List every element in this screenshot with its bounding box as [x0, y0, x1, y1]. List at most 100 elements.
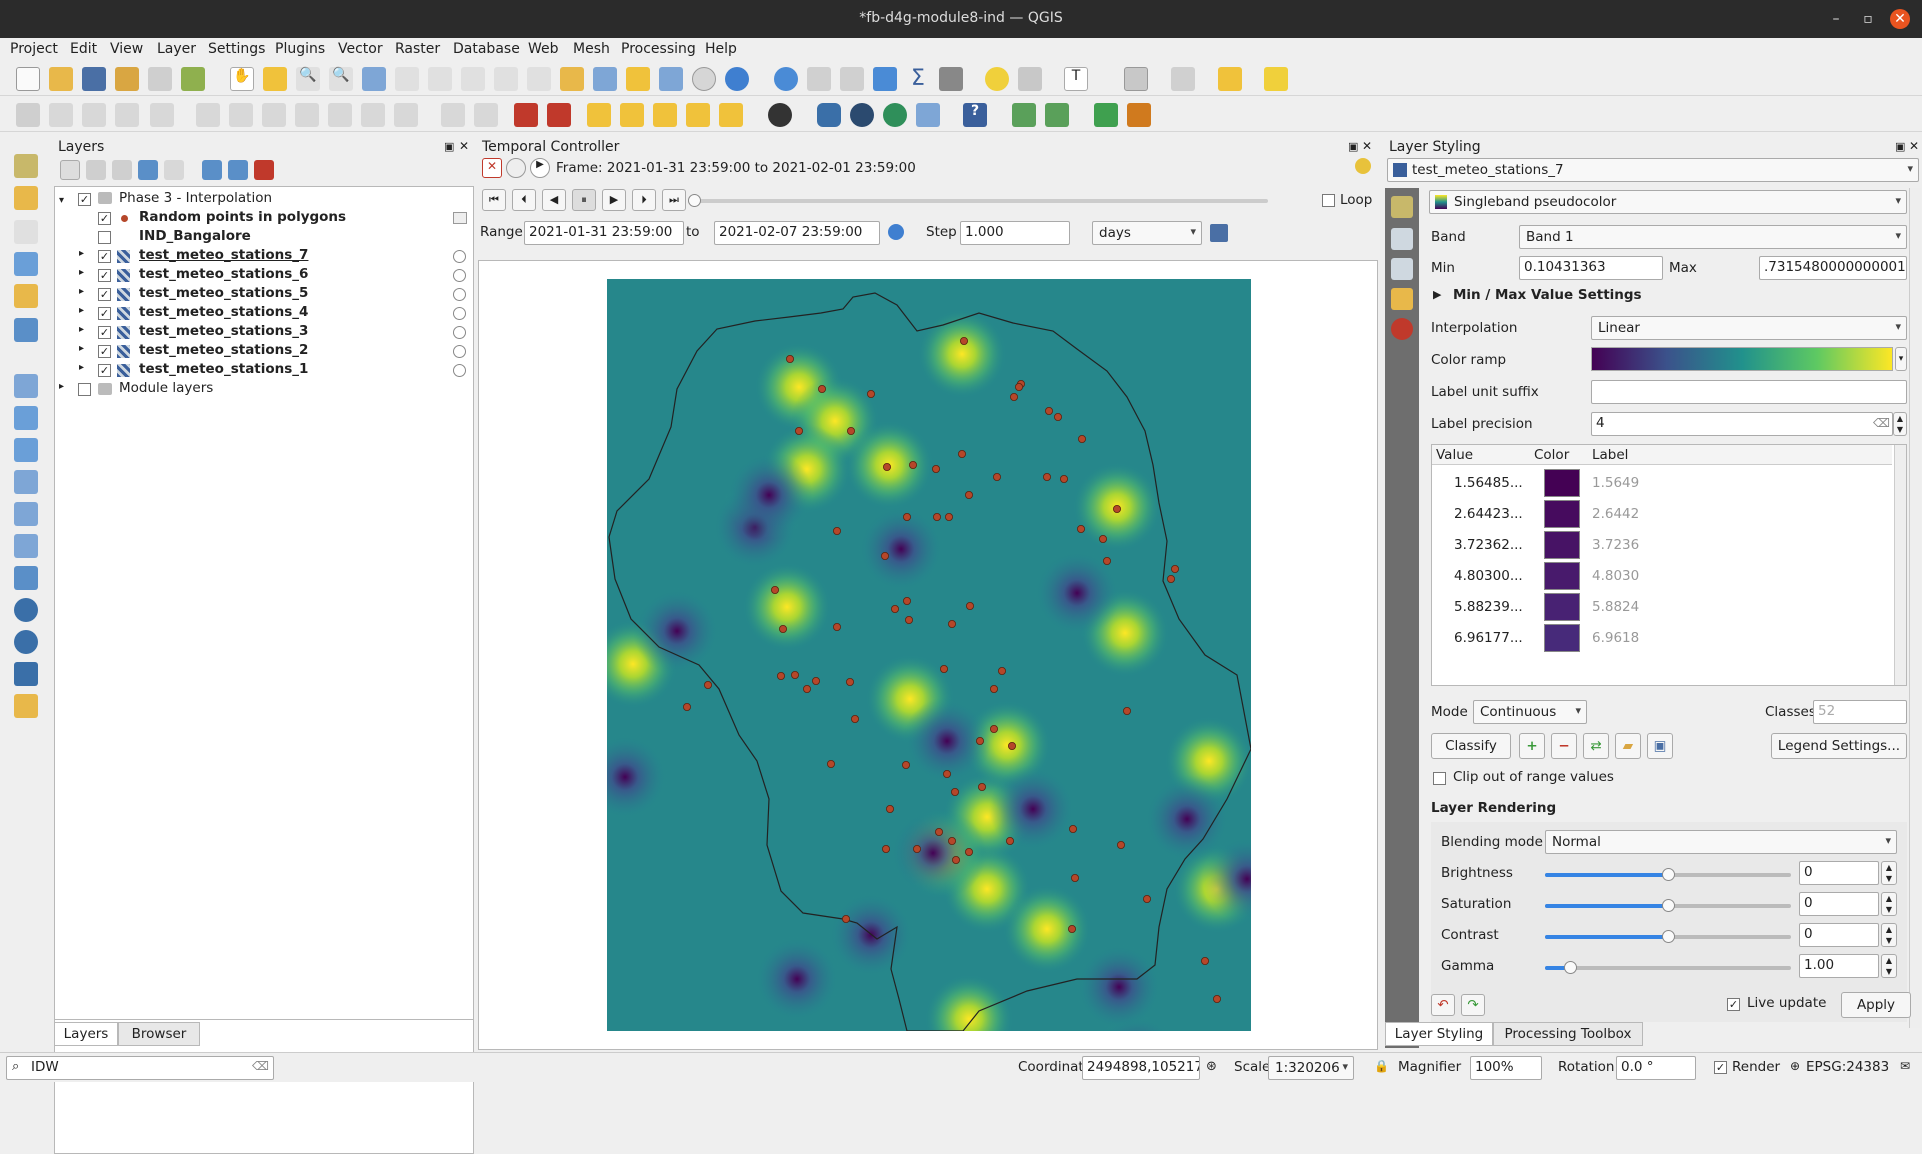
temporal-indicator-icon[interactable] [453, 250, 466, 263]
class-label[interactable]: 4.8030 [1592, 568, 1639, 584]
menu-mesh[interactable]: Mesh [573, 41, 610, 57]
layer-checkbox-station[interactable]: ✓ [98, 250, 111, 263]
class-value[interactable]: 5.88239... [1454, 599, 1523, 615]
crs-label[interactable]: EPSG:24383 [1806, 1059, 1889, 1075]
vertex-tool-icon[interactable] [150, 103, 174, 127]
plugin-b-icon[interactable] [1045, 103, 1069, 127]
col-label-header[interactable]: Label [1592, 447, 1628, 463]
group-phase3[interactable]: ▾ [59, 191, 64, 210]
label-tool-icon[interactable] [441, 103, 465, 127]
tab-layer-styling[interactable]: Layer Styling [1385, 1022, 1493, 1046]
zoom-selection-icon[interactable] [395, 67, 419, 91]
loop-checkbox[interactable] [1322, 194, 1335, 207]
zoom-last-icon[interactable] [494, 67, 518, 91]
layer-checkbox-station[interactable]: ✓ [98, 269, 111, 282]
clip-out-of-range-checkbox[interactable] [1433, 772, 1446, 785]
zoom-in-icon[interactable]: 🔍 [296, 67, 320, 91]
expand-layer-icon[interactable]: ▸ [79, 267, 84, 286]
play-backward-button[interactable]: ◀ [542, 189, 566, 211]
col-color-header[interactable]: Color [1534, 447, 1569, 463]
menu-processing[interactable]: Processing [621, 41, 696, 57]
step-unit-select[interactable]: days [1092, 221, 1202, 245]
class-value[interactable]: 4.80300... [1454, 568, 1523, 584]
magnifier-field[interactable]: 100% [1470, 1056, 1542, 1080]
minmax-settings-label[interactable]: Min / Max Value Settings [1453, 287, 1642, 303]
clear-icon[interactable]: ⌫ [1873, 416, 1890, 430]
georeferencer-icon[interactable] [916, 103, 940, 127]
temporal-controller-icon[interactable] [692, 67, 716, 91]
layer-meteo-station[interactable]: test_meteo_stations_3 [139, 323, 308, 342]
select-rect-icon[interactable] [1124, 67, 1148, 91]
zoom-layer-icon[interactable] [428, 67, 452, 91]
classes-field[interactable]: 52 [1813, 700, 1907, 724]
temporal-indicator-icon[interactable] [453, 307, 466, 320]
gamma-field[interactable]: 1.00 [1799, 954, 1879, 978]
layer-ind-bangalore[interactable]: IND_Bangalore [139, 228, 251, 247]
zoom-native-icon[interactable] [461, 67, 485, 91]
redo-icon[interactable] [394, 103, 418, 127]
layer-checkbox-station[interactable]: ✓ [98, 345, 111, 358]
temporal-off-icon[interactable]: ✕ [482, 158, 502, 178]
undo-icon[interactable] [361, 103, 385, 127]
class-label[interactable]: 5.8824 [1592, 599, 1639, 615]
filter-legend-icon[interactable] [138, 160, 158, 180]
zoom-out-icon[interactable]: 🔍 [329, 67, 353, 91]
class-value[interactable]: 1.56485... [1454, 475, 1523, 491]
menu-edit[interactable]: Edit [70, 41, 97, 57]
collapse-all-icon[interactable] [228, 160, 248, 180]
max-field[interactable]: .7315480000000001 [1759, 256, 1907, 280]
filter-expression-icon[interactable] [164, 160, 184, 180]
text-annotation-icon[interactable]: T [1064, 67, 1088, 91]
change-label-icon[interactable] [686, 103, 710, 127]
globe-icon[interactable] [850, 103, 874, 127]
show-hide-labels-icon[interactable] [719, 103, 743, 127]
menu-view[interactable]: View [110, 41, 143, 57]
new-geopackage-icon[interactable] [14, 186, 38, 210]
redo-style-icon[interactable]: ↷ [1461, 994, 1485, 1016]
apply-button[interactable]: Apply [1841, 992, 1911, 1018]
open-project-icon[interactable] [49, 67, 73, 91]
class-table-scrollbar[interactable] [1894, 445, 1906, 685]
move-label-icon[interactable] [620, 103, 644, 127]
digitize-icon[interactable] [115, 103, 139, 127]
new-spatialite-icon[interactable] [14, 284, 38, 308]
dock-float-icon[interactable]: ▣ [1895, 140, 1905, 153]
field-calculator-icon[interactable] [840, 67, 864, 91]
map-tips-icon[interactable] [985, 67, 1009, 91]
new-map-view-icon[interactable] [560, 67, 584, 91]
processing-toolbox-icon[interactable] [873, 67, 897, 91]
layer-checkbox-random-points[interactable]: ✓ [98, 212, 111, 225]
legend-settings-button[interactable]: Legend Settings... [1771, 733, 1907, 759]
new-virtual-layer-icon[interactable] [14, 318, 38, 342]
menu-help[interactable]: Help [705, 41, 737, 57]
temporal-indicator-icon[interactable] [453, 345, 466, 358]
saturation-slider[interactable] [1545, 899, 1791, 912]
attribute-table-icon[interactable] [807, 67, 831, 91]
skip-start-button[interactable]: ⏮ [482, 189, 506, 211]
temporal-indicator-icon[interactable] [453, 269, 466, 282]
add-postgis-icon[interactable] [14, 566, 38, 590]
group-phase3-label[interactable]: Phase 3 - Interpolation [119, 190, 272, 209]
layer-meteo-station[interactable]: test_meteo_stations_6 [139, 266, 308, 285]
tab-browser[interactable]: Browser [118, 1022, 200, 1046]
animated-mode-icon[interactable]: ▶ [530, 158, 550, 178]
undo-style-icon[interactable]: ↶ [1431, 994, 1455, 1016]
class-label[interactable]: 3.7236 [1592, 537, 1639, 553]
next-frame-button[interactable]: ⏵ [632, 189, 656, 211]
color-ramp-button[interactable] [1591, 347, 1893, 371]
menu-project[interactable]: Project [10, 41, 58, 57]
locator-search-field[interactable]: IDW [6, 1056, 274, 1080]
menu-layer[interactable]: Layer [157, 41, 196, 57]
zoom-next-icon[interactable] [527, 67, 551, 91]
layer-meteo-station[interactable]: test_meteo_stations_2 [139, 342, 308, 361]
history-icon[interactable] [1391, 318, 1413, 340]
python-console-icon[interactable] [817, 103, 841, 127]
print-layout-icon[interactable] [115, 67, 139, 91]
brightness-spinner[interactable]: ▲ ▼ [1881, 861, 1897, 885]
range-end-field[interactable]: 2021-02-07 23:59:00 [714, 221, 880, 245]
saturation-field[interactable]: 0 [1799, 892, 1879, 916]
add-wfs-icon[interactable] [14, 630, 38, 654]
expand-layer-icon[interactable]: ▸ [79, 324, 84, 343]
layer-checkbox-ind-bangalore[interactable] [98, 231, 111, 244]
brightness-slider[interactable] [1545, 868, 1791, 881]
